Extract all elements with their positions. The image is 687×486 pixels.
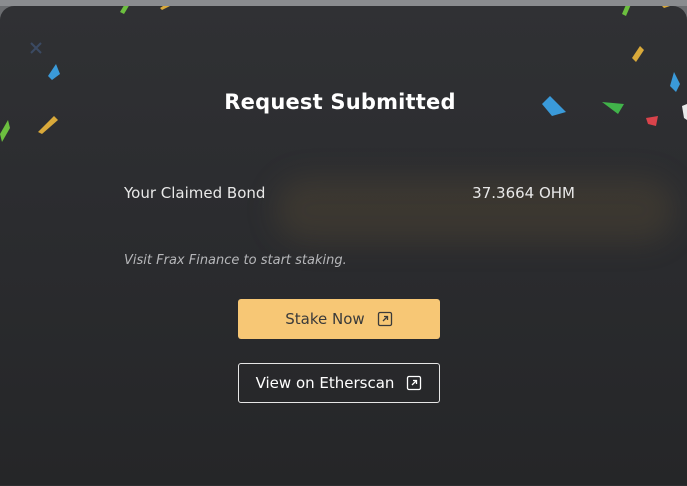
- confetti-piece: [622, 6, 631, 16]
- stake-now-button[interactable]: Stake Now: [238, 299, 440, 339]
- close-button[interactable]: [26, 38, 46, 58]
- confetti-piece: [646, 116, 658, 126]
- confetti-piece: [670, 72, 680, 92]
- view-on-etherscan-label: View on Etherscan: [255, 374, 395, 392]
- confetti-piece: [120, 6, 129, 14]
- external-link-icon: [377, 311, 393, 327]
- view-on-etherscan-button[interactable]: View on Etherscan: [238, 363, 440, 403]
- confetti-piece: [160, 6, 170, 10]
- confetti-piece: [0, 120, 10, 142]
- claimed-bond-row: Your Claimed Bond 37.3664 OHM: [124, 184, 576, 204]
- confetti-piece: [682, 104, 687, 120]
- external-link-icon: [406, 375, 422, 391]
- request-submitted-modal: Request Submitted Your Claimed Bond 37.3…: [0, 6, 687, 486]
- claimed-bond-label: Your Claimed Bond: [124, 184, 266, 202]
- claimed-bond-value: 37.3664 OHM: [472, 184, 575, 202]
- confetti-decoration: [0, 6, 687, 142]
- confetti-piece: [38, 116, 58, 134]
- modal-title: Request Submitted: [224, 90, 456, 114]
- close-icon: [26, 38, 46, 58]
- confetti-piece: [662, 6, 670, 8]
- confetti-piece: [632, 46, 644, 62]
- confetti-piece: [48, 64, 60, 80]
- stake-now-label: Stake Now: [285, 310, 365, 328]
- staking-hint: Visit Frax Finance to start staking.: [124, 253, 347, 268]
